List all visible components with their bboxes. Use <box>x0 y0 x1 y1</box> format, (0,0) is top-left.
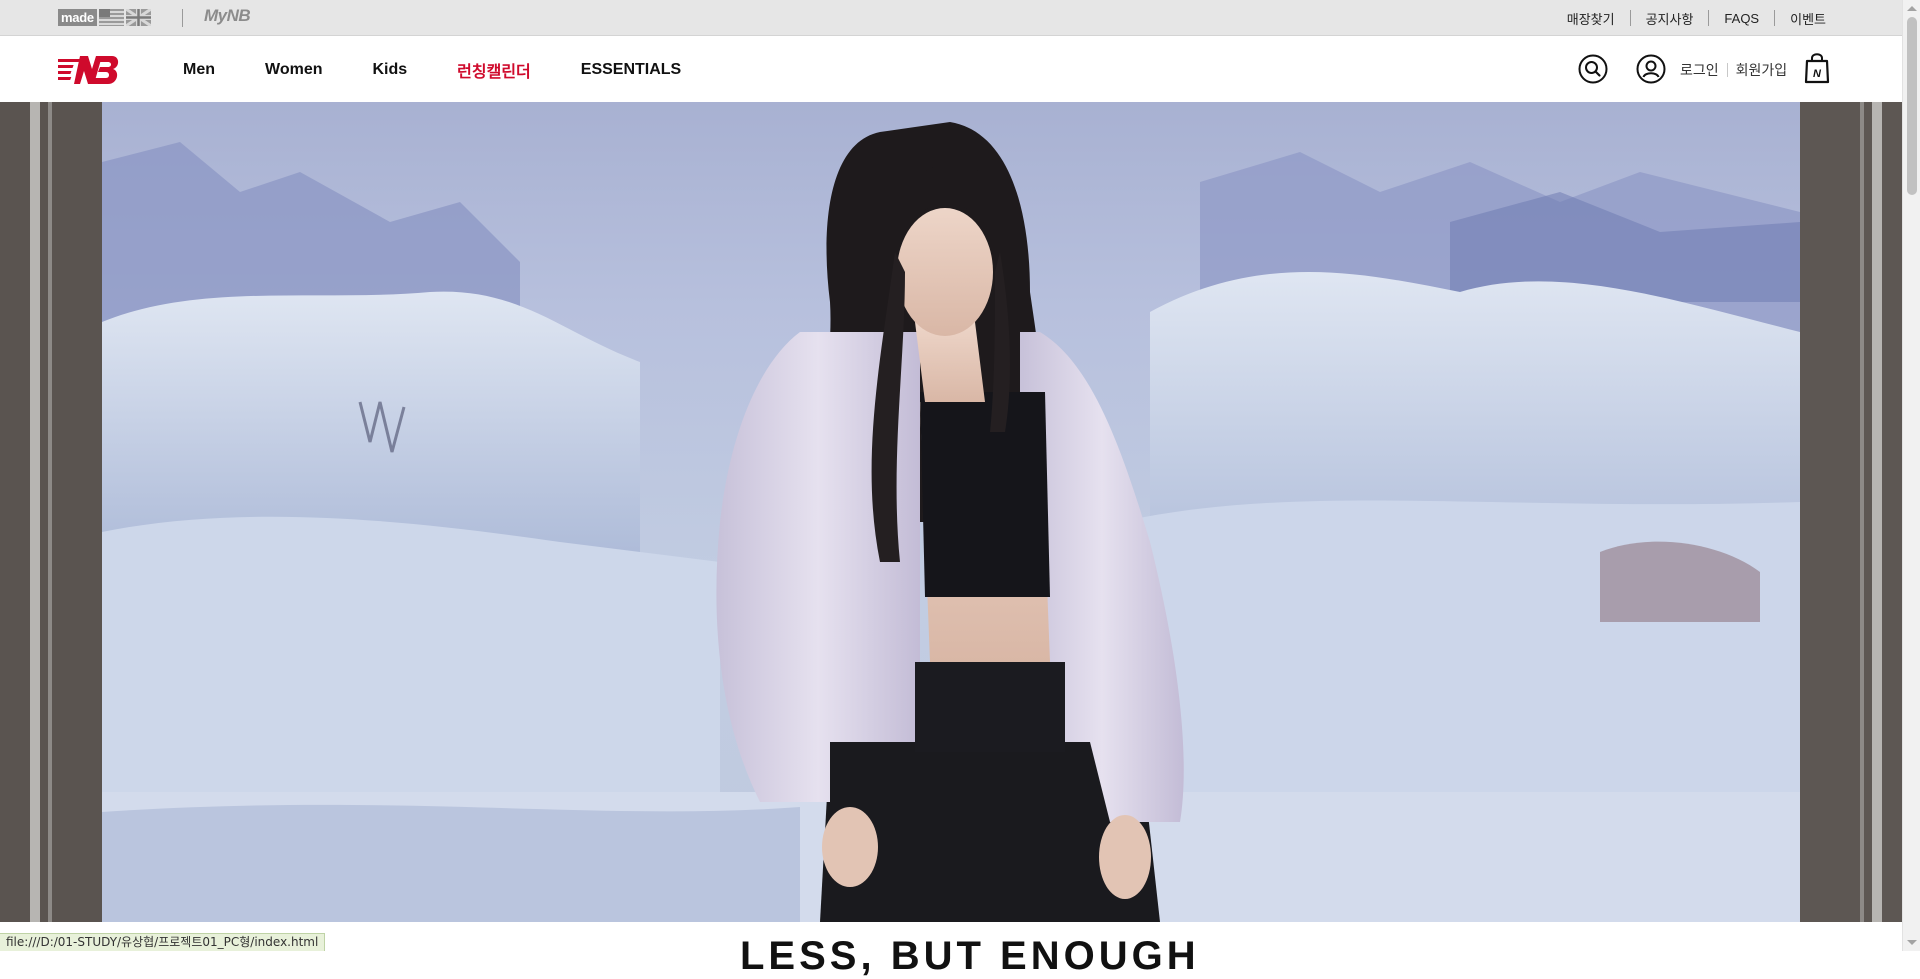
page-scrollbar[interactable] <box>1902 0 1920 951</box>
utility-bar: made MyNB 매장찾기 공지사항 FAQS 이벤트 <box>0 0 1902 36</box>
browser-status-url: file:///D:/01-STUDY/유상협/프로젝트01_PC형/index… <box>0 933 326 951</box>
utility-divider <box>182 9 183 27</box>
svg-text:N: N <box>1813 68 1822 80</box>
event-link[interactable]: 이벤트 <box>1790 9 1826 28</box>
nav-item-women[interactable]: Women <box>265 61 322 79</box>
nav-item-men[interactable]: Men <box>183 61 215 79</box>
scroll-thumb[interactable] <box>1907 17 1917 195</box>
nav-item-essentials[interactable]: ESSENTIALS <box>581 61 681 79</box>
utility-link-divider <box>1774 10 1776 26</box>
faqs-link[interactable]: FAQS <box>1724 11 1759 26</box>
scroll-up-arrow-icon[interactable] <box>1907 6 1917 11</box>
shopping-bag-icon[interactable]: N <box>1804 52 1830 84</box>
store-finder-link[interactable]: 매장찾기 <box>1567 9 1615 28</box>
hero-banner[interactable] <box>0 102 1902 922</box>
utility-link-divider <box>1708 10 1710 26</box>
auth-divider <box>1726 63 1728 77</box>
user-icon[interactable] <box>1636 54 1666 84</box>
login-link[interactable]: 로그인 <box>1680 60 1719 80</box>
uk-flag-icon <box>125 9 151 26</box>
mynb-logo[interactable]: MyNB <box>204 6 251 26</box>
nav-item-launch-calendar[interactable]: 런칭캘린더 <box>457 58 531 82</box>
usa-flag-icon <box>98 9 124 26</box>
search-icon[interactable] <box>1578 54 1608 84</box>
scroll-down-arrow-icon[interactable] <box>1907 940 1917 945</box>
made-label: made <box>58 9 97 26</box>
new-balance-logo[interactable] <box>58 53 120 87</box>
hero-image <box>0 102 1902 922</box>
utility-links: 매장찾기 공지사항 FAQS 이벤트 <box>1567 0 1826 36</box>
utility-link-divider <box>1629 10 1631 26</box>
main-nav: Men Women Kids 런칭캘린더 ESSENTIALS 로그인 회원가입… <box>0 37 1902 102</box>
auth-links: 로그인 회원가입 <box>1680 60 1787 80</box>
notice-link[interactable]: 공지사항 <box>1646 9 1694 28</box>
signup-link[interactable]: 회원가입 <box>1736 60 1788 80</box>
section-heading: LESS, BUT ENOUGH <box>740 934 1200 978</box>
made-in-usa-uk-logo[interactable]: made <box>58 9 151 26</box>
nav-item-kids[interactable]: Kids <box>372 61 407 79</box>
nav-menu: Men Women Kids 런칭캘린더 ESSENTIALS <box>183 37 731 102</box>
